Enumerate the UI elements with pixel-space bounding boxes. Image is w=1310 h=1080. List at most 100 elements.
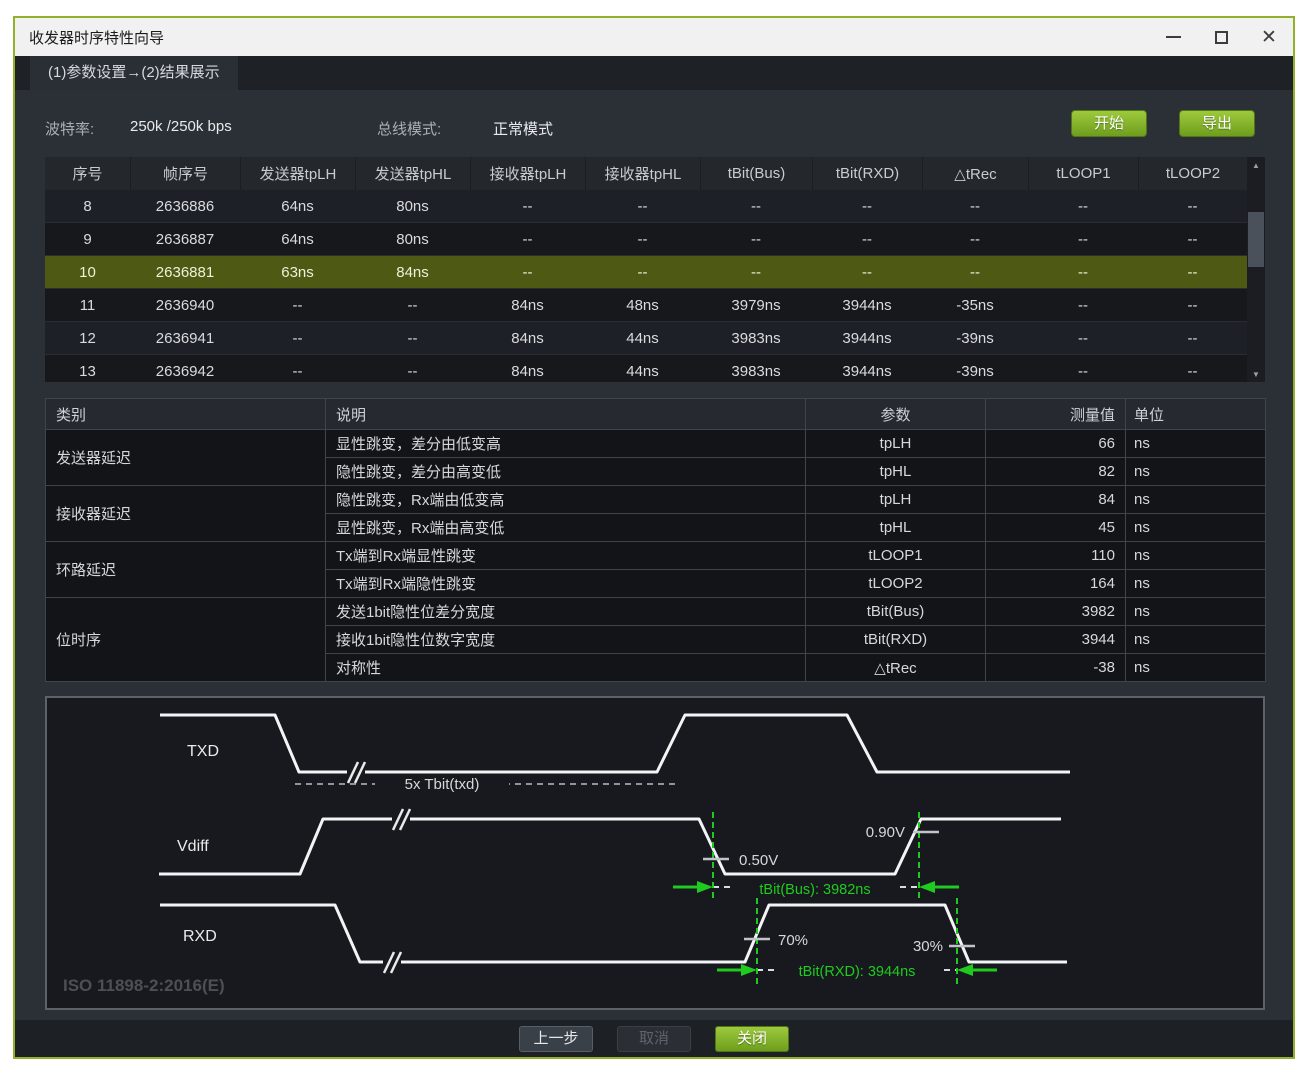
previous-step-button[interactable]: 上一步 <box>519 1026 593 1052</box>
cell: 9 <box>45 223 130 255</box>
cell: -- <box>585 256 700 288</box>
cell: 2636942 <box>130 355 240 382</box>
cell: 2636887 <box>130 223 240 255</box>
cell: -- <box>1028 256 1138 288</box>
cell: 64ns <box>240 190 355 222</box>
break-icon <box>383 951 401 973</box>
cell: 3944ns <box>812 355 922 382</box>
cell: -- <box>585 223 700 255</box>
tbit-rxd-value-label: tBit(RXD): 3944ns <box>799 964 916 980</box>
v90-label: 0.90V <box>866 824 905 841</box>
category-cell: 接收器延迟 <box>46 486 326 542</box>
iso-standard-label: ISO 11898-2:2016(E) <box>63 976 225 995</box>
table-row-selected[interactable]: 10 2636881 63ns 84ns -- -- -- -- -- -- -… <box>45 256 1265 289</box>
cell: 84ns <box>355 256 470 288</box>
p70-label: 70% <box>778 932 808 949</box>
cell: -39ns <box>922 355 1028 382</box>
cell: -- <box>240 322 355 354</box>
cell: -- <box>1138 190 1247 222</box>
param-cell: tpHL <box>806 514 986 542</box>
rxd-signal-label: RXD <box>183 928 217 945</box>
param-cell: tpLH <box>806 430 986 458</box>
cell: 84ns <box>470 289 585 321</box>
desc-cell: 隐性跳变，Rx端由低变高 <box>326 486 806 514</box>
unit-cell: ns <box>1126 514 1266 542</box>
cell: 84ns <box>470 322 585 354</box>
tab-result-display[interactable]: (1)参数设置→(2)结果展示 <box>30 56 238 90</box>
table-row[interactable]: 12 2636941 -- -- 84ns 44ns 3983ns 3944ns… <box>45 322 1265 355</box>
cell: -- <box>1138 223 1247 255</box>
break-icon <box>347 761 365 783</box>
column-header: tBit(Bus) <box>700 157 812 190</box>
value-cell: 82 <box>986 458 1126 486</box>
cell: -- <box>240 289 355 321</box>
unit-cell: ns <box>1126 458 1266 486</box>
cell: 80ns <box>355 190 470 222</box>
tab-bar: (1)参数设置→(2)结果展示 <box>15 56 1293 90</box>
baud-rate-value: 250k /250k bps <box>130 118 232 135</box>
close-button[interactable]: ✕ <box>1245 18 1293 56</box>
bus-mode-value: 正常模式 <box>493 118 553 139</box>
export-button[interactable]: 导出 <box>1179 110 1255 137</box>
results-table: 序号 帧序号 发送器tpLH 发送器tpHL 接收器tpLH 接收器tpHL t… <box>45 157 1265 382</box>
cell: 64ns <box>240 223 355 255</box>
cell: 3983ns <box>700 322 812 354</box>
cancel-button: 取消 <box>617 1026 691 1052</box>
cell: -- <box>1028 190 1138 222</box>
tbit-txd-label: 5x Tbit(txd) <box>405 776 480 793</box>
value-cell: 84 <box>986 486 1126 514</box>
header-category: 类别 <box>46 399 326 430</box>
footer-bar: 上一步 取消 关闭 <box>15 1020 1293 1057</box>
unit-cell: ns <box>1126 626 1266 654</box>
minimize-button[interactable] <box>1149 18 1197 56</box>
column-header: 序号 <box>45 157 130 190</box>
cell: -- <box>240 355 355 382</box>
cell: -- <box>355 355 470 382</box>
value-cell: 110 <box>986 542 1126 570</box>
cell: 3983ns <box>700 355 812 382</box>
scroll-up-icon[interactable]: ▲ <box>1247 157 1265 173</box>
scroll-down-icon[interactable]: ▼ <box>1247 366 1265 382</box>
cell: 3979ns <box>700 289 812 321</box>
table-row[interactable]: 13 2636942 -- -- 84ns 44ns 3983ns 3944ns… <box>45 355 1265 382</box>
vertical-scrollbar[interactable]: ▲ ▼ <box>1247 157 1265 382</box>
column-header: 发送器tpHL <box>355 157 470 190</box>
desc-cell: 接收1bit隐性位数字宽度 <box>326 626 806 654</box>
waveform-panel: 5x Tbit(txd) <box>45 696 1265 1010</box>
close-dialog-button[interactable]: 关闭 <box>715 1026 789 1052</box>
cell: 63ns <box>240 256 355 288</box>
vdiff-waveform <box>159 819 1061 874</box>
value-cell: 3944 <box>986 626 1126 654</box>
results-table-header: 序号 帧序号 发送器tpLH 发送器tpHL 接收器tpLH 接收器tpHL t… <box>45 157 1265 190</box>
cell: -- <box>922 256 1028 288</box>
cell: 2636886 <box>130 190 240 222</box>
cell: 2636881 <box>130 256 240 288</box>
cell: 2636940 <box>130 289 240 321</box>
category-cell: 环路延迟 <box>46 542 326 598</box>
desc-cell: 隐性跳变，差分由高变低 <box>326 458 806 486</box>
table-row[interactable]: 9 2636887 64ns 80ns -- -- -- -- -- -- -- <box>45 223 1265 256</box>
scrollbar-thumb[interactable] <box>1248 212 1264 267</box>
table-row[interactable]: 11 2636940 -- -- 84ns 48ns 3979ns 3944ns… <box>45 289 1265 322</box>
column-header: 发送器tpLH <box>240 157 355 190</box>
column-header: 接收器tpLH <box>470 157 585 190</box>
cell: -- <box>812 190 922 222</box>
column-header: tLOOP2 <box>1138 157 1247 190</box>
summary-header-row: 类别 说明 参数 测量值 单位 <box>46 399 1266 430</box>
toolbar: 波特率: 250k /250k bps 总线模式: 正常模式 开始 导出 <box>15 90 1293 157</box>
start-button[interactable]: 开始 <box>1071 110 1147 137</box>
unit-cell: ns <box>1126 570 1266 598</box>
param-cell: tLOOP2 <box>806 570 986 598</box>
baud-rate-label: 波特率: <box>45 118 94 139</box>
column-header: △tRec <box>922 157 1028 190</box>
column-header: 帧序号 <box>130 157 240 190</box>
desc-cell: 显性跳变，Rx端由高变低 <box>326 514 806 542</box>
maximize-button[interactable] <box>1197 18 1245 56</box>
table-row[interactable]: 8 2636886 64ns 80ns -- -- -- -- -- -- -- <box>45 190 1265 223</box>
cell: -- <box>1028 289 1138 321</box>
cell: 11 <box>45 289 130 321</box>
cell: -- <box>922 190 1028 222</box>
header-unit: 单位 <box>1126 399 1266 430</box>
param-cell: tpLH <box>806 486 986 514</box>
header-parameter: 参数 <box>806 399 986 430</box>
